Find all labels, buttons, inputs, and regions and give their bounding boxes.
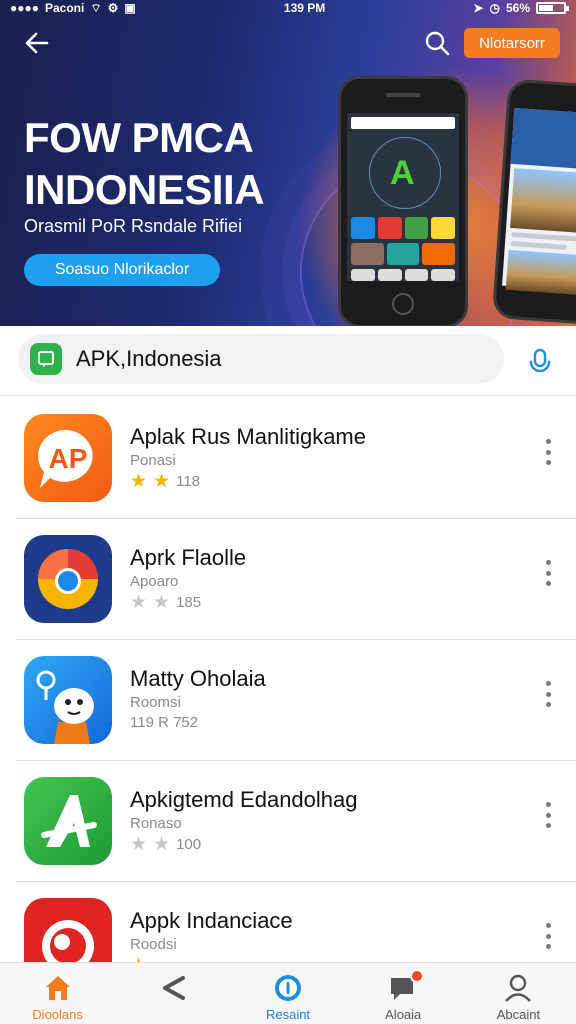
app-icon-browser [24,535,112,623]
rating-count: 119 R 752 [130,714,199,731]
list-item[interactable]: AP Aplak Rus Manlitigkame Ponasi ★ ★ 118 [0,398,576,519]
app-name: Aprk Flaolle [130,545,247,570]
app-developer: Roodsi [130,936,177,953]
microphone-icon [529,348,551,373]
wifi-icon: ⌔ [90,0,102,15]
more-options-button[interactable] [538,436,558,468]
app-icon-green [24,777,112,865]
app-list: AP Aplak Rus Manlitigkame Ponasi ★ ★ 118… [0,398,576,1003]
hero-title-line2: INDONESIIA [24,166,265,213]
alarm-icon: ◷ [489,1,500,15]
notification-badge [409,969,424,983]
hero-cta-button[interactable]: Soasuo Nlorikaclor [24,254,220,286]
app-developer: Roomsi [130,694,181,711]
list-item[interactable]: Apkigtemd Edandolhag Ronaso ★ ★ 100 [0,761,576,882]
app-rating: ★ ★ 118 [130,472,200,491]
search-bar-row: APK,Indonesia [0,326,576,396]
app-name: Apkigtemd Edandolhag [130,787,358,812]
hero-title-line1: FOW PMCA [24,114,254,161]
app-name: Appk Indanciace [130,908,293,933]
home-icon [41,971,75,1005]
app-name: Matty Oholaia [130,666,266,691]
nav-label: Abcaint [496,1007,541,1022]
app-developer: Ponasi [130,452,176,469]
star-icon: ★ [130,592,148,613]
star-icon: ★ [130,471,148,492]
app-icon-orange: AP [24,414,112,502]
location-icon: ➤ [473,1,484,15]
nav-label: Aloaia [385,1007,422,1022]
battery-percent: 56% [505,1,530,15]
hero-banner: ●●●● Paconi ⌔ ⚙ ▣ 139 PM ➤ ◷ 56% Nlotars… [0,0,576,326]
share-icon [156,971,190,1005]
hero-subtitle: Orasmil PoR Rsndale Rifiei [24,216,243,236]
rating-count: 118 [176,473,201,490]
hero-title: FOW PMCA INDONESIIA [24,112,265,216]
app-rating: ★ ★ 100 [130,835,201,854]
store-icon [30,343,62,375]
more-options-button[interactable] [538,557,558,589]
app-rating: 119 R 752 [130,714,198,731]
voice-search-button[interactable] [522,344,558,380]
nav-share[interactable] [115,963,230,1024]
app-name: Aplak Rus Manlitigkame [130,424,366,449]
star-icon: ★ [130,834,148,855]
app-developer: Apoaro [130,573,179,590]
account-icon [501,971,535,1005]
list-item[interactable]: Aprk Flaolle Apoaro ★ ★ 185 [0,519,576,640]
carrier-name: Paconi [45,1,85,15]
search-icon [425,31,450,56]
nav-label: Resaint [265,1007,311,1022]
star-icon: ★ [153,592,171,613]
search-query: APK,Indonesia [76,346,222,371]
nav-resaint[interactable]: Resaint [230,963,345,1024]
app-icon-mascot [24,656,112,744]
rating-count: 100 [176,836,202,853]
search-input[interactable]: APK,Indonesia [18,334,504,384]
info-circle-icon [271,971,305,1005]
nav-home[interactable]: Dioolans [0,963,115,1024]
star-icon: ★ [153,834,171,855]
phone-illustration-back [491,78,576,326]
arrow-left-icon [25,32,49,54]
phone-illustration-front: A [338,76,468,326]
rating-count: 185 [176,594,202,611]
signal-icon: ●●●● [10,1,39,15]
status-bar: ●●●● Paconi ⌔ ⚙ ▣ 139 PM ➤ ◷ 56% [0,0,576,16]
battery-icon [536,2,569,14]
status-time: 139 PM [283,1,326,15]
star-icon: ★ [153,471,171,492]
nav-alerts[interactable]: Aloaia [346,963,461,1024]
app-rating: ★ ★ 185 [130,593,201,612]
list-item[interactable]: Matty Oholaia Roomsi 119 R 752 [0,640,576,761]
settings-icon: ⚙ [107,1,119,15]
image-icon: ▣ [124,1,136,15]
app-developer: Ronaso [130,815,182,832]
nav-account[interactable]: Abcaint [461,963,576,1024]
search-button[interactable] [424,30,450,56]
more-options-button[interactable] [538,678,558,710]
svg-text:AP: AP [49,443,88,474]
more-options-button[interactable] [538,799,558,831]
back-button[interactable] [22,28,52,58]
more-options-button[interactable] [538,920,558,952]
nav-label: Dioolans [32,1007,83,1022]
header-action-button[interactable]: Nlotarsorr [464,28,560,58]
bottom-navigation: Dioolans Resaint Aloaia Abcaint [0,962,576,1024]
